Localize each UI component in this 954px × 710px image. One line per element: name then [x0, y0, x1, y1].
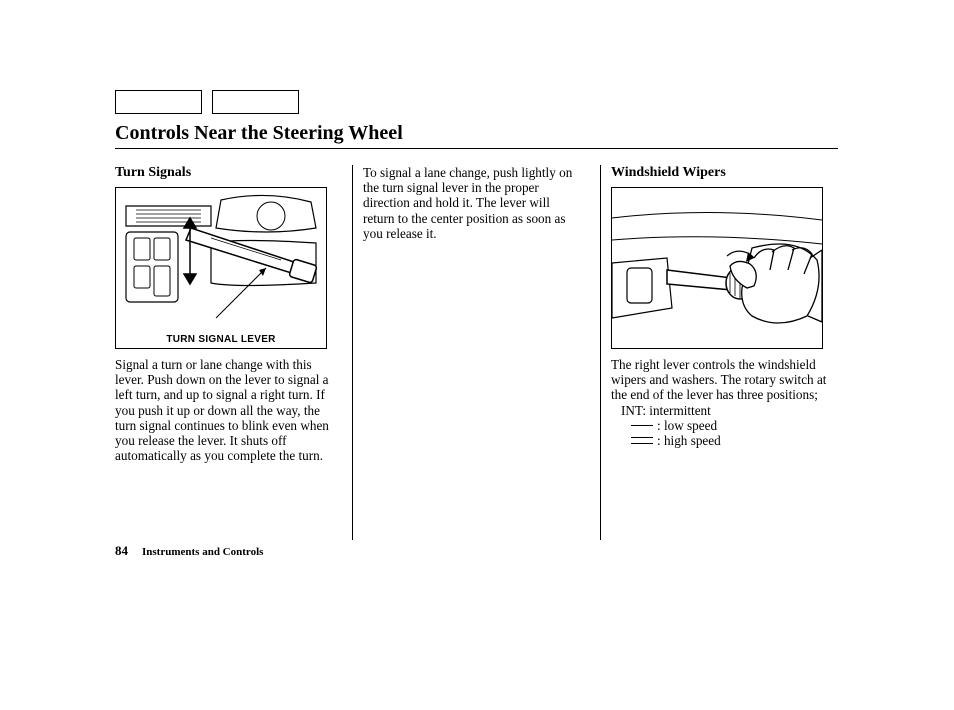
wipers-body: The right lever controls the wind­shield… — [611, 357, 828, 448]
low-speed-line: : low speed — [631, 418, 828, 433]
title-underline — [115, 148, 838, 149]
column-2: To signal a lane change, push lightly on… — [363, 165, 590, 540]
turn-signals-heading: Turn Signals — [115, 165, 332, 181]
content-columns: Turn Signals — [115, 165, 838, 540]
column-1: Turn Signals — [115, 165, 342, 540]
high-speed-line: : high speed — [631, 433, 828, 448]
column-divider — [352, 165, 353, 540]
page-title: Controls Near the Steering Wheel — [115, 122, 403, 145]
low-speed-label: : low speed — [657, 418, 717, 433]
manual-page: Controls Near the Steering Wheel Turn Si… — [0, 0, 954, 710]
lane-change-body: To signal a lane change, push lightly on… — [363, 165, 580, 241]
wipers-heading: Windshield Wipers — [611, 165, 828, 181]
double-line-icon — [631, 437, 653, 444]
page-footer: 84 Instruments and Controls — [115, 543, 263, 559]
int-position: INT: intermittent — [621, 403, 828, 418]
column-divider — [600, 165, 601, 540]
chapter-name: Instruments and Controls — [142, 546, 263, 558]
wiper-figure — [611, 187, 823, 349]
page-number: 84 — [115, 543, 128, 559]
wipers-intro: The right lever controls the wind­shield… — [611, 357, 826, 402]
placeholder-box — [115, 90, 202, 114]
high-speed-label: : high speed — [657, 433, 721, 448]
placeholder-box — [212, 90, 299, 114]
figure-caption: TURN SIGNAL LEVER — [116, 334, 326, 345]
single-line-icon — [631, 425, 653, 427]
turn-signal-figure: TURN SIGNAL LEVER — [115, 187, 327, 349]
header-placeholder-boxes — [115, 90, 299, 114]
turn-signals-body: Signal a turn or lane change with this l… — [115, 357, 332, 463]
column-3: Windshield Wipers — [611, 165, 838, 540]
